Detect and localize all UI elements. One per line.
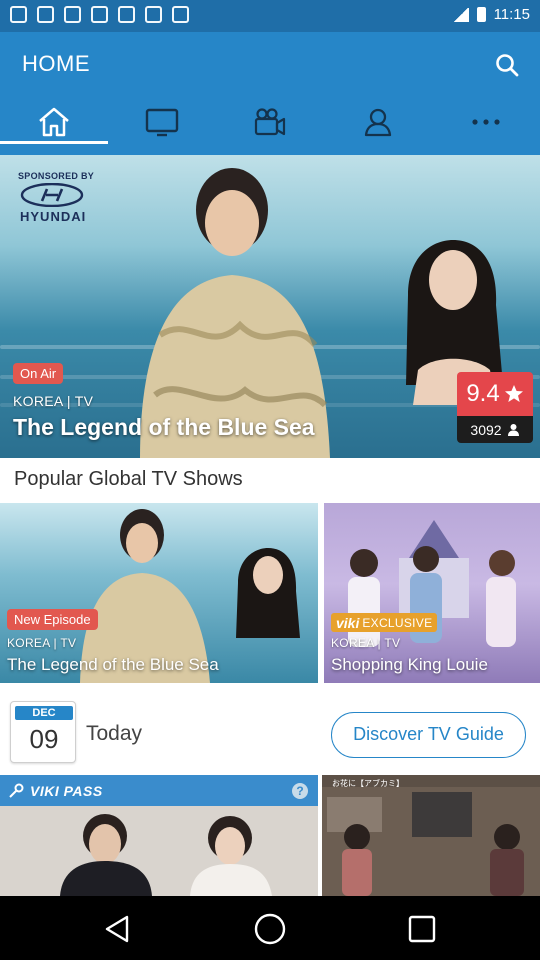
sponsor-label: SPONSORED BY [18,171,95,181]
card-title: Shopping King Louie [331,655,488,674]
show-card[interactable]: New Episode KOREA | TV The Legend of the… [0,503,318,683]
video-camera-icon [254,108,286,136]
search-icon[interactable] [490,48,526,84]
hero-banner[interactable]: SPONSORED BY HYUNDAI On Air KOREA | TV T… [0,155,540,458]
home-icon [39,107,69,137]
rating-value: 9.4 [466,380,500,407]
studio-image [322,787,540,896]
notification-icon [118,6,135,23]
section-title: Popular Global TV Shows [14,468,243,490]
tab-tv[interactable] [108,100,216,144]
person-icon [364,108,392,137]
card-title: The Legend of the Blue Sea [7,655,219,674]
person-icon [507,424,519,436]
vikipass-image [0,806,318,896]
star-icon [504,385,523,402]
notification-icons [10,6,189,23]
battery-icon [476,7,486,22]
rating-badge: 9.4 [457,372,533,416]
notification-icon [64,6,81,23]
vikipass-bar: VIKI PASS [0,775,318,806]
more-icon [472,119,500,125]
tv-icon [145,108,179,137]
recents-icon[interactable] [405,912,439,946]
calendar-month: DEC [15,706,73,720]
today-label: Today [86,722,143,745]
on-air-badge: On Air [13,363,64,384]
hyundai-logo-icon [20,183,84,207]
calendar-day: 09 [29,724,59,754]
exclusive-badge: viki EXCLUSIVE [331,613,438,632]
back-icon[interactable] [101,912,135,946]
page-title: HOME [22,51,90,76]
show-thumbnail[interactable]: お花に【アブカミ】 [322,775,540,896]
signal-icon [452,7,469,22]
new-episode-badge: New Episode [7,609,98,630]
calendar-icon: DEC 09 [10,701,76,763]
discover-tv-guide-button[interactable]: Discover TV Guide [331,712,526,758]
help-icon[interactable]: ? [292,783,308,799]
notification-icon [172,6,189,23]
notification-icon [10,6,27,23]
viki-logo: viki [336,614,360,631]
tab-more[interactable] [432,100,540,144]
key-icon [9,783,24,798]
card-meta: KOREA | TV [7,636,77,650]
vikipass-thumbnail[interactable]: VIKI PASS ? [0,775,318,896]
notification-icon [37,6,54,23]
home-nav-icon[interactable] [253,912,287,946]
hero-meta: KOREA | TV [13,393,94,409]
card-meta: KOREA | TV [331,636,401,650]
tab-profile[interactable] [324,100,432,144]
vikipass-label: VIKI PASS [30,782,103,799]
hero-title: The Legend of the Blue Sea [13,414,315,440]
today-row: DEC 09 Today Discover TV Guide [0,697,540,773]
tab-home[interactable] [0,100,108,144]
show-thumbnail-figure [236,548,300,638]
system-nav-bar [0,896,540,960]
notification-icon [91,6,108,23]
notification-icon [145,6,162,23]
sponsor-name: HYUNDAI [20,209,87,224]
hero-actor-image [140,168,330,458]
votes-badge: 3092 [457,416,533,443]
show-card[interactable]: viki EXCLUSIVE KOREA | TV Shopping King … [324,503,540,683]
votes-count: 3092 [470,421,502,438]
status-bar: 11:15 [0,0,540,32]
exclusive-label: EXCLUSIVE [362,615,433,630]
app-bar: HOME [0,32,540,155]
status-time: 11:15 [493,6,530,23]
tab-movies[interactable] [216,100,324,144]
